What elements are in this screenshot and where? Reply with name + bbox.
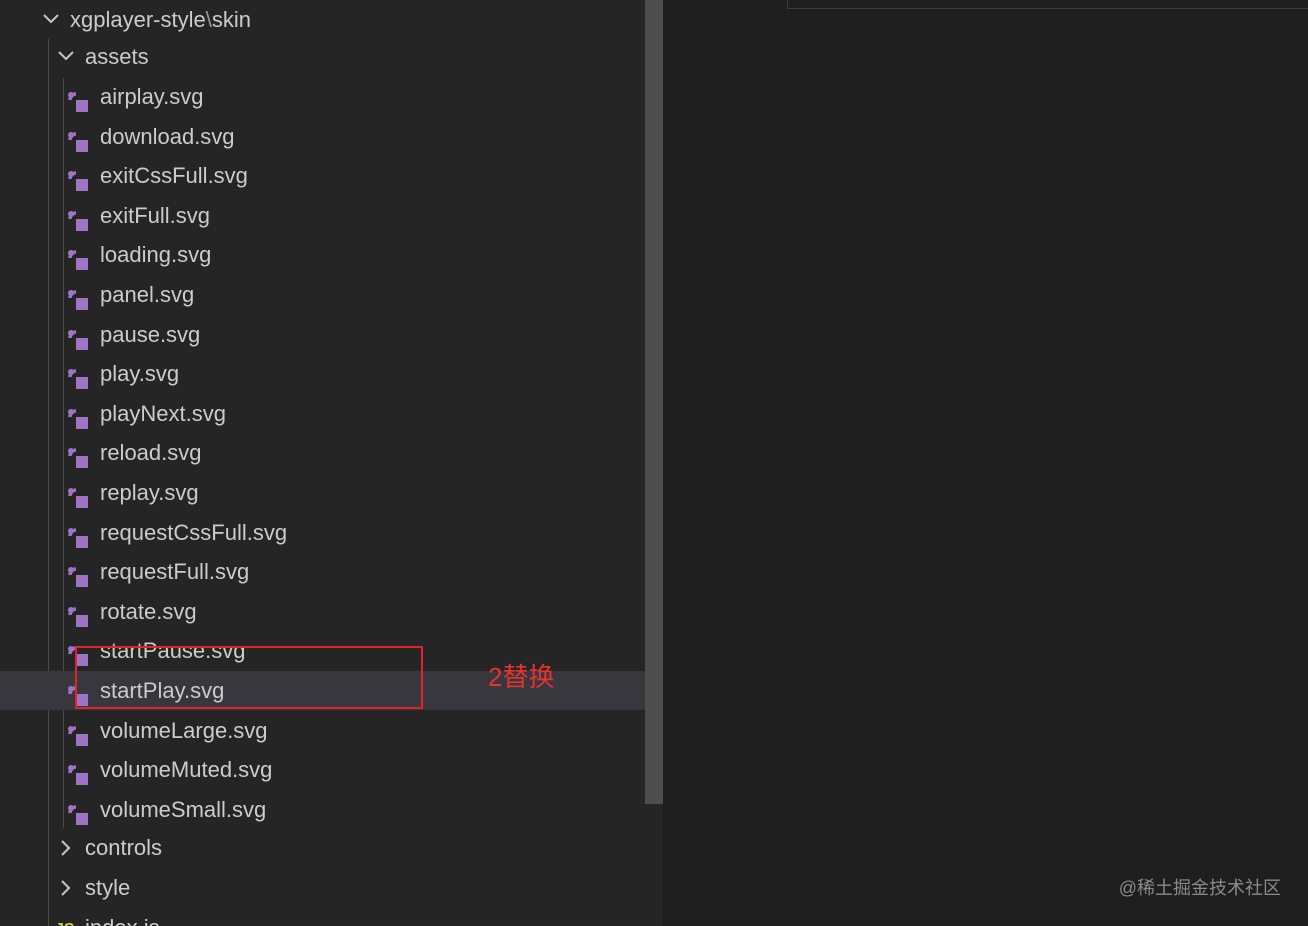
svg-file-icon <box>67 482 89 508</box>
watermark: @稀土掘金技术社区 <box>1118 878 1281 898</box>
file-label: download.svg <box>100 124 235 149</box>
tree-item-file[interactable]: download.svg <box>0 117 645 156</box>
tree-item-assets-folder[interactable]: assets <box>0 37 645 76</box>
tree-item-file[interactable]: exitFull.svg <box>0 196 645 235</box>
chevron-right-icon <box>58 828 78 867</box>
tree-item-file[interactable]: playNext.svg <box>0 394 645 433</box>
tree-item-file[interactable]: loading.svg <box>0 235 645 274</box>
tree-item-file[interactable]: rotate.svg <box>0 592 645 631</box>
svg-file-icon <box>67 363 89 389</box>
file-label: exitFull.svg <box>100 203 211 228</box>
tree-item-file[interactable]: volumeSmall.svg <box>0 790 645 829</box>
chevron-down-icon <box>57 37 77 76</box>
file-label: volumeSmall.svg <box>100 797 267 822</box>
svg-file-icon <box>67 205 89 231</box>
file-label: volumeLarge.svg <box>100 718 268 743</box>
tree-item-file[interactable]: requestFull.svg <box>0 552 645 591</box>
controls-folder-label: controls <box>85 835 163 860</box>
annotation-label: 2替换 <box>488 662 555 692</box>
svg-file-icon <box>67 284 89 310</box>
svg-file-icon <box>67 720 89 746</box>
js-file-icon: JS <box>55 920 75 926</box>
file-label: panel.svg <box>100 282 195 307</box>
tree-item-root-folder[interactable]: xgplayer-style\skin <box>0 0 645 39</box>
tree-item-style-folder[interactable]: style <box>0 868 645 907</box>
chevron-down-icon <box>42 0 62 39</box>
file-label: rotate.svg <box>100 599 197 624</box>
index-js-label: index.js <box>85 908 160 926</box>
file-explorer: xgplayer-style\skin assets airplay.svg do… <box>0 0 645 926</box>
svg-file-icon <box>67 165 89 191</box>
assets-folder-label: assets <box>85 44 149 69</box>
svg-file-icon <box>67 324 89 350</box>
editor-widget-edge <box>787 0 1308 9</box>
file-label: playNext.svg <box>100 401 226 426</box>
tree-item-file[interactable]: requestCssFull.svg <box>0 513 645 552</box>
annotation-highlight-box <box>75 646 423 709</box>
file-label: pause.svg <box>100 322 201 347</box>
scrollbar-thumb[interactable] <box>645 0 663 804</box>
svg-file-icon <box>67 759 89 785</box>
svg-file-icon <box>67 403 89 429</box>
tree-item-file[interactable]: volumeLarge.svg <box>0 711 645 750</box>
file-label: requestFull.svg <box>100 559 250 584</box>
file-label: volumeMuted.svg <box>100 757 273 782</box>
tree-item-index-js[interactable]: JS index.js <box>0 906 645 926</box>
file-label: reload.svg <box>100 440 202 465</box>
chevron-right-icon <box>58 868 78 907</box>
svg-file-icon <box>67 601 89 627</box>
svg-file-icon <box>67 126 89 152</box>
svg-file-icon <box>67 799 89 825</box>
style-folder-label: style <box>85 875 131 900</box>
file-label: play.svg <box>100 361 180 386</box>
tree-item-file[interactable]: exitCssFull.svg <box>0 156 645 195</box>
svg-file-icon <box>67 442 89 468</box>
tree-item-file[interactable]: pause.svg <box>0 315 645 354</box>
svg-file-icon <box>67 522 89 548</box>
tree-item-file[interactable]: panel.svg <box>0 275 645 314</box>
editor-area <box>663 0 1308 926</box>
tree-item-controls-folder[interactable]: controls <box>0 828 645 867</box>
file-label: airplay.svg <box>100 84 204 109</box>
tree-item-file[interactable]: airplay.svg <box>0 77 645 116</box>
file-label: loading.svg <box>100 242 212 267</box>
svg-file-icon <box>67 244 89 270</box>
svg-file-icon <box>67 86 89 112</box>
file-label: requestCssFull.svg <box>100 520 288 545</box>
svg-file-icon <box>67 561 89 587</box>
tree-item-file[interactable]: replay.svg <box>0 473 645 512</box>
file-label: replay.svg <box>100 480 199 505</box>
root-folder-label: xgplayer-style\skin <box>70 7 251 32</box>
tree-item-file[interactable]: play.svg <box>0 354 645 393</box>
tree-item-file[interactable]: reload.svg <box>0 433 645 472</box>
tree-item-file[interactable]: volumeMuted.svg <box>0 750 645 789</box>
file-label: exitCssFull.svg <box>100 163 248 188</box>
